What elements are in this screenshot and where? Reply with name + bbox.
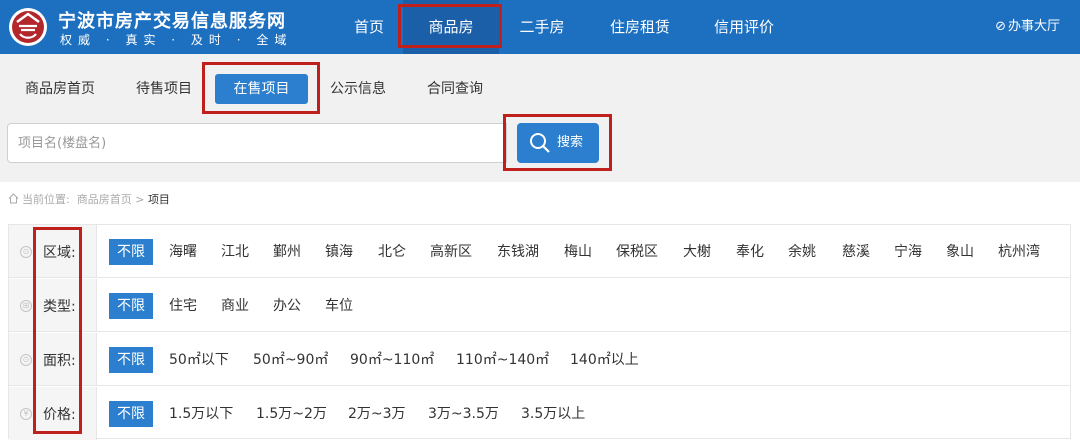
filter-label-cell: ⊙ 区域:	[9, 225, 97, 277]
compass-icon: ⊘	[995, 19, 1006, 34]
nav-credit[interactable]: 信用评价	[702, 0, 786, 54]
site-header: 宁波市房产交易信息服务网 权威 · 真实 · 及时 · 全域 首页 商品房 二手…	[0, 0, 1080, 54]
filter-option[interactable]: 50㎡~90㎡	[253, 347, 328, 373]
filter-label-price: 价格:	[43, 407, 76, 423]
filter-option[interactable]: 东钱湖	[497, 239, 539, 265]
filter-panel: ⊙ 区域: 不限 海曙 江北 鄞州 镇海 北仑 高新区 东钱湖 梅山 保税区 大…	[8, 224, 1071, 440]
search-button[interactable]: 搜索	[517, 123, 599, 163]
area-icon: ⊙	[20, 354, 32, 366]
filter-label-area: 面积:	[43, 353, 76, 369]
filter-option-price-any[interactable]: 不限	[109, 401, 153, 427]
filter-option[interactable]: 杭州湾	[998, 239, 1040, 265]
filter-option[interactable]: 办公	[273, 293, 301, 319]
filter-option[interactable]: 3.5万以上	[521, 401, 585, 427]
breadcrumb-parent-link[interactable]: 商品房首页	[77, 193, 132, 206]
filter-row-type: ⊞ 类型: 不限 住宅 商业 办公 车位	[9, 279, 1070, 332]
filter-option[interactable]: 1.5万以下	[169, 401, 233, 427]
nav-rental[interactable]: 住房租赁	[598, 0, 682, 54]
filter-option[interactable]: 象山	[946, 239, 974, 265]
filter-row-district: ⊙ 区域: 不限 海曙 江北 鄞州 镇海 北仑 高新区 东钱湖 梅山 保税区 大…	[9, 225, 1070, 278]
filter-option[interactable]: 50㎡以下	[169, 347, 229, 373]
filter-option[interactable]: 3万~3.5万	[428, 401, 499, 427]
filter-row-price: ¥ 价格: 不限 1.5万以下 1.5万~2万 2万~3万 3万~3.5万 3.…	[9, 387, 1070, 440]
filter-option-type-any[interactable]: 不限	[109, 293, 153, 319]
filter-option[interactable]: 海曙	[169, 239, 197, 265]
filter-option[interactable]: 1.5万~2万	[256, 401, 327, 427]
filter-option[interactable]: 大榭	[683, 239, 711, 265]
search-icon	[530, 133, 550, 153]
filter-option-district-any[interactable]: 不限	[109, 239, 153, 265]
filter-label-district: 区域:	[43, 245, 76, 261]
filter-option[interactable]: 90㎡~110㎡	[350, 347, 434, 373]
tab-new-housing-home[interactable]: 商品房首页	[14, 74, 106, 104]
site-title: 宁波市房产交易信息服务网	[58, 11, 286, 32]
type-icon: ⊞	[20, 300, 32, 312]
filter-option[interactable]: 高新区	[430, 239, 472, 265]
breadcrumb-prefix: 当前位置:	[22, 193, 70, 206]
filter-option[interactable]: 余姚	[788, 239, 816, 265]
search-button-label: 搜索	[556, 135, 583, 150]
filter-label-cell: ¥ 价格:	[9, 387, 97, 440]
district-icon: ⊙	[20, 246, 32, 258]
service-hall-label: 办事大厅	[1007, 19, 1060, 34]
tab-contract-query[interactable]: 合同查询	[417, 74, 493, 104]
filter-row-area: ⊙ 面积: 不限 50㎡以下 50㎡~90㎡ 90㎡~110㎡ 110㎡~140…	[9, 333, 1070, 386]
filter-option[interactable]: 宁海	[894, 239, 922, 265]
filter-option-area-any[interactable]: 不限	[109, 347, 153, 373]
filter-option[interactable]: 江北	[221, 239, 249, 265]
project-search-input[interactable]	[7, 123, 507, 163]
breadcrumb-current: 项目	[147, 193, 170, 206]
filter-option[interactable]: 梅山	[564, 239, 592, 265]
filter-option[interactable]: 140㎡以上	[570, 347, 639, 373]
nav-new-housing[interactable]: 商品房	[403, 0, 499, 54]
house-seal-icon[interactable]	[8, 5, 48, 49]
filter-option[interactable]: 镇海	[325, 239, 353, 265]
tab-on-sale-projects[interactable]: 在售项目	[215, 74, 308, 104]
filter-option[interactable]: 奉化	[736, 239, 764, 265]
service-hall-link[interactable]: ⊘ 办事大厅	[995, 0, 1060, 54]
site-slogan: 权威 · 真实 · 及时 · 全域	[60, 33, 293, 47]
nav-second-hand[interactable]: 二手房	[508, 0, 576, 54]
yen-icon: ¥	[20, 408, 32, 420]
filter-option[interactable]: 北仑	[378, 239, 406, 265]
filter-label-cell: ⊙ 面积:	[9, 333, 97, 385]
filter-option[interactable]: 鄞州	[273, 239, 301, 265]
breadcrumb-separator: >	[135, 193, 145, 206]
filter-option[interactable]: 110㎡~140㎡	[456, 347, 549, 373]
filter-option[interactable]: 车位	[325, 293, 353, 319]
filter-option[interactable]: 2万~3万	[348, 401, 406, 427]
filter-option[interactable]: 慈溪	[842, 239, 870, 265]
filter-option[interactable]: 商业	[221, 293, 249, 319]
filter-label-type: 类型:	[43, 299, 76, 315]
nav-home[interactable]: 首页	[338, 0, 400, 54]
home-icon	[8, 193, 19, 204]
tab-pending-projects[interactable]: 待售项目	[126, 74, 202, 104]
filter-option[interactable]: 住宅	[169, 293, 197, 319]
filter-label-cell: ⊞ 类型:	[9, 279, 97, 331]
tab-public-info[interactable]: 公示信息	[320, 74, 396, 104]
filter-option[interactable]: 保税区	[616, 239, 658, 265]
breadcrumb: 当前位置: 商品房首页 > 项目	[8, 191, 170, 207]
